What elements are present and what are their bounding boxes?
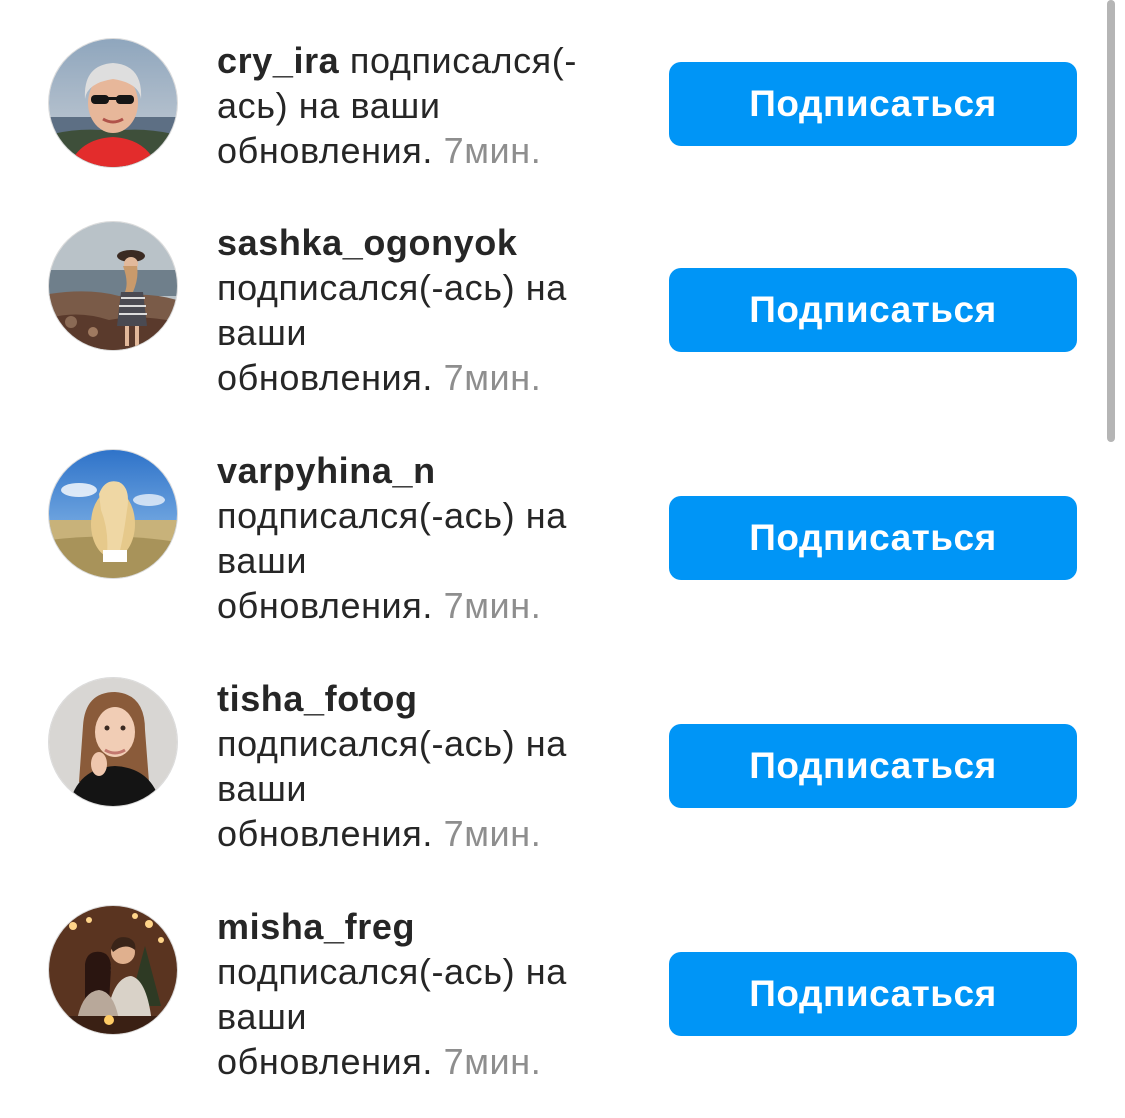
notification-text: tisha_fotog подписался(-ась) на ваши обн…: [217, 676, 617, 856]
notification-text: varpyhina_n подписался(-ась) на ваши обн…: [217, 448, 617, 628]
username-link[interactable]: tisha_fotog: [217, 678, 418, 719]
follow-button[interactable]: Подписаться: [669, 62, 1077, 146]
avatar-sashka-ogonyok[interactable]: [48, 221, 178, 351]
notifications-list: cry_ira подписался(-ась) на ваши обновле…: [0, 0, 1110, 1118]
timestamp: 7мин.: [443, 130, 542, 171]
action-text-end: обновления.: [217, 1041, 433, 1082]
action-text: подписался(-ась) на ваши: [217, 723, 567, 809]
timestamp: 7мин.: [443, 1041, 542, 1082]
username-link[interactable]: misha_freg: [217, 906, 415, 947]
action-text: подписался(-ась) на ваши: [217, 951, 567, 1037]
avatar-girl-portrait-icon: [49, 678, 177, 806]
action-text: подписался(-ась) на ваши: [217, 495, 567, 581]
avatar-girl-wheat-field-icon: [49, 450, 177, 578]
follow-button[interactable]: Подписаться: [669, 268, 1077, 352]
username-link[interactable]: cry_ira: [217, 40, 339, 81]
action-text: подписался(-ась) на ваши: [217, 267, 567, 353]
timestamp: 7мин.: [443, 813, 542, 854]
action-text-end: обновления.: [217, 130, 433, 171]
timestamp: 7мин.: [443, 357, 542, 398]
username-link[interactable]: sashka_ogonyok: [217, 222, 518, 263]
avatar-woman-sunglasses-icon: [49, 39, 177, 167]
avatar-couple-evening-icon: [49, 906, 177, 1034]
action-text-end: обновления.: [217, 585, 433, 626]
action-text-end: обновления.: [217, 357, 433, 398]
avatar-misha-freg[interactable]: [48, 905, 178, 1035]
follow-button[interactable]: Подписаться: [669, 724, 1077, 808]
username-link[interactable]: varpyhina_n: [217, 450, 436, 491]
action-text-end: обновления.: [217, 813, 433, 854]
avatar-tisha-fotog[interactable]: [48, 677, 178, 807]
timestamp: 7мин.: [443, 585, 542, 626]
avatar-cry-ira[interactable]: [48, 38, 178, 168]
avatar-girl-seashore-icon: [49, 222, 177, 350]
follow-button[interactable]: Подписаться: [669, 952, 1077, 1036]
avatar-varpyhina-n[interactable]: [48, 449, 178, 579]
notification-text: misha_freg подписался(-ась) на ваши обно…: [217, 904, 617, 1084]
notification-text: cry_ira подписался(-ась) на ваши обновле…: [217, 38, 617, 173]
scrollbar[interactable]: [1107, 0, 1115, 442]
notification-text: sashka_ogonyok подписался(-ась) на ваши …: [217, 220, 617, 400]
follow-button[interactable]: Подписаться: [669, 496, 1077, 580]
